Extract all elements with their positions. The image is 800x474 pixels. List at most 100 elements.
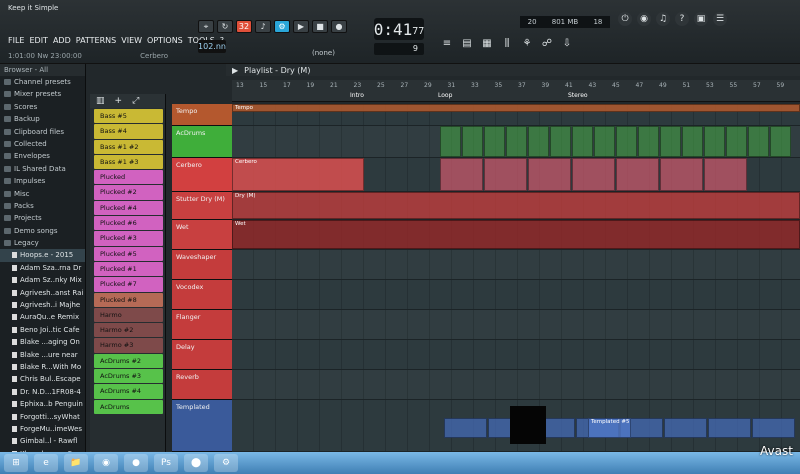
timeline-marker[interactable]: Stereo xyxy=(568,92,588,99)
templated-clip[interactable] xyxy=(664,418,707,438)
playlist-track[interactable] xyxy=(232,250,800,280)
playlist-track[interactable] xyxy=(232,126,800,158)
transport-button-3[interactable]: ♪ xyxy=(255,20,271,33)
playlist-grid[interactable]: Tempo Cerbero Dry (M) Wet Templated #5 xyxy=(232,104,800,452)
browser-item[interactable]: Gimbal..l - Rawfl xyxy=(0,435,85,447)
timeline-ruler[interactable]: 13 15 17 19 21 23 25 27 29 31 33 35 37 39 41 43 45 47 49 51… xyxy=(232,80,800,102)
tempo-clip[interactable]: Tempo xyxy=(232,104,800,112)
taskbar-app-icon[interactable]: ⊞ xyxy=(4,454,28,472)
browser-item[interactable]: Scores xyxy=(0,101,85,113)
track-header[interactable]: Stutter Dry (M) xyxy=(172,192,232,220)
channel-button[interactable]: Plucked #6 xyxy=(94,216,163,231)
playlist-track[interactable]: Wet xyxy=(232,220,800,250)
browser-item[interactable]: Agrivesh..anst Rai xyxy=(0,287,85,299)
dry-clip[interactable]: Dry (M) xyxy=(232,192,800,219)
track-header[interactable]: Vocodex xyxy=(172,280,232,310)
channel-button[interactable]: Harmo xyxy=(94,307,163,323)
download-icon[interactable]: ⇩ xyxy=(560,36,574,50)
drum-clip[interactable] xyxy=(572,126,593,157)
templated-clip[interactable] xyxy=(444,418,487,438)
playlist-track[interactable]: Cerbero xyxy=(232,158,800,192)
channel-button[interactable]: Plucked #8 xyxy=(94,292,163,307)
taskbar-app-icon[interactable]: 📁 xyxy=(64,454,88,472)
channel-button[interactable]: AcDrums xyxy=(94,399,163,414)
piano-roll-icon[interactable]: ▤ xyxy=(460,36,474,50)
browser-item[interactable]: Blake ...aging On xyxy=(0,336,85,348)
playlist-icon[interactable]: ≡ xyxy=(440,36,454,50)
browser-item[interactable]: Envelopes xyxy=(0,150,85,162)
templated-clip[interactable]: Templated #5 xyxy=(588,418,631,438)
browser-item[interactable]: Dr. N.D...1FR08-4 xyxy=(0,386,85,398)
browser-item[interactable]: Adam Sza..rna Dr xyxy=(0,262,85,274)
track-header[interactable]: Wet xyxy=(172,220,232,250)
window-icon[interactable]: ▣ xyxy=(694,12,708,26)
browser-item[interactable]: Channel presets xyxy=(0,76,85,88)
browser-item[interactable]: Chris Bul..Escape xyxy=(0,373,85,385)
browser-item[interactable]: Clipboard files xyxy=(0,126,85,138)
browser-item[interactable]: AuraQu..e Remix xyxy=(0,311,85,323)
browser-item[interactable]: Packs xyxy=(0,200,85,212)
playlist-track[interactable] xyxy=(232,280,800,310)
channel-button[interactable]: Plucked #4 xyxy=(94,200,163,216)
track-header[interactable]: Reverb xyxy=(172,370,232,400)
browser-item[interactable]: Mixer presets xyxy=(0,88,85,100)
channel-button[interactable]: Bass #1 #2 xyxy=(94,139,163,154)
snap-selector[interactable]: (none) xyxy=(312,49,362,59)
cerbero-clip[interactable] xyxy=(528,158,571,191)
channel-button[interactable]: Plucked #3 xyxy=(94,231,163,246)
cerbero-clip[interactable] xyxy=(572,158,615,191)
taskbar-app-icon[interactable]: e xyxy=(34,454,58,472)
drum-clip[interactable] xyxy=(726,126,747,157)
templated-clip[interactable] xyxy=(708,418,751,438)
channel-button[interactable]: Plucked #5 xyxy=(94,246,163,261)
drum-clip[interactable] xyxy=(506,126,527,157)
templated-clip[interactable] xyxy=(752,418,795,438)
chat-icon[interactable]: ☰ xyxy=(713,12,727,26)
browser-item[interactable]: Demo songs xyxy=(0,225,85,237)
channel-button[interactable]: Plucked #7 xyxy=(94,277,163,292)
drum-clip[interactable] xyxy=(638,126,659,157)
channel-button[interactable]: AcDrums #2 xyxy=(94,353,163,369)
track-header[interactable]: Flanger xyxy=(172,310,232,340)
browser-item[interactable]: Adam Sz..nky Mix xyxy=(0,274,85,286)
cerbero-clip[interactable]: Cerbero xyxy=(232,158,364,191)
menu-view[interactable]: VIEW xyxy=(121,36,142,48)
drum-clip[interactable] xyxy=(484,126,505,157)
browser-item[interactable]: Blake ...ure near xyxy=(0,349,85,361)
taskbar-app-icon[interactable]: ⬤ xyxy=(184,454,208,472)
cerbero-clip[interactable] xyxy=(704,158,747,191)
channel-button[interactable]: Plucked #1 xyxy=(94,261,163,277)
channel-button[interactable]: Harmo #2 xyxy=(94,323,163,338)
drum-clip[interactable] xyxy=(440,126,461,157)
browser-icon[interactable]: ☍ xyxy=(540,36,554,50)
tempo-display[interactable]: 102.nn xyxy=(198,39,226,53)
track-header[interactable]: Delay xyxy=(172,340,232,370)
channel-button[interactable]: AcDrums #3 xyxy=(94,369,163,384)
zoom-icon[interactable]: ⤢ xyxy=(132,96,139,106)
drum-clip[interactable] xyxy=(528,126,549,157)
channel-button[interactable]: Bass #5 xyxy=(94,109,163,124)
browser-item[interactable]: Misc xyxy=(0,188,85,200)
browser-item[interactable]: Blake R...With Mo xyxy=(0,361,85,373)
menu-add[interactable]: ADD xyxy=(53,36,71,48)
cerbero-clip[interactable] xyxy=(660,158,703,191)
drum-clip[interactable] xyxy=(660,126,681,157)
channel-button[interactable]: Bass #4 xyxy=(94,124,163,139)
menu-file[interactable]: FILE xyxy=(8,36,24,48)
transport-button-5[interactable]: ▶ xyxy=(293,20,309,33)
drum-clip[interactable] xyxy=(594,126,615,157)
timeline-marker[interactable]: Loop xyxy=(438,92,452,99)
track-header[interactable]: Waveshaper xyxy=(172,250,232,280)
browser-item[interactable]: Hoops.e - 2015 xyxy=(0,249,85,262)
browser-item[interactable]: Projects xyxy=(0,212,85,224)
transport-button-2[interactable]: 32 xyxy=(236,20,252,33)
track-header[interactable]: Templated xyxy=(172,400,232,452)
taskbar-app-icon[interactable]: ◉ xyxy=(94,454,118,472)
browser-item[interactable]: Backup xyxy=(0,113,85,125)
record-icon[interactable]: ◉ xyxy=(637,12,651,26)
wet-clip[interactable]: Wet xyxy=(232,220,800,249)
playlist-track[interactable] xyxy=(232,340,800,370)
play-icon[interactable]: ▶ xyxy=(232,66,238,75)
piano-icon[interactable]: ▥ xyxy=(96,96,105,106)
transport-button-6[interactable]: ■ xyxy=(312,20,328,33)
